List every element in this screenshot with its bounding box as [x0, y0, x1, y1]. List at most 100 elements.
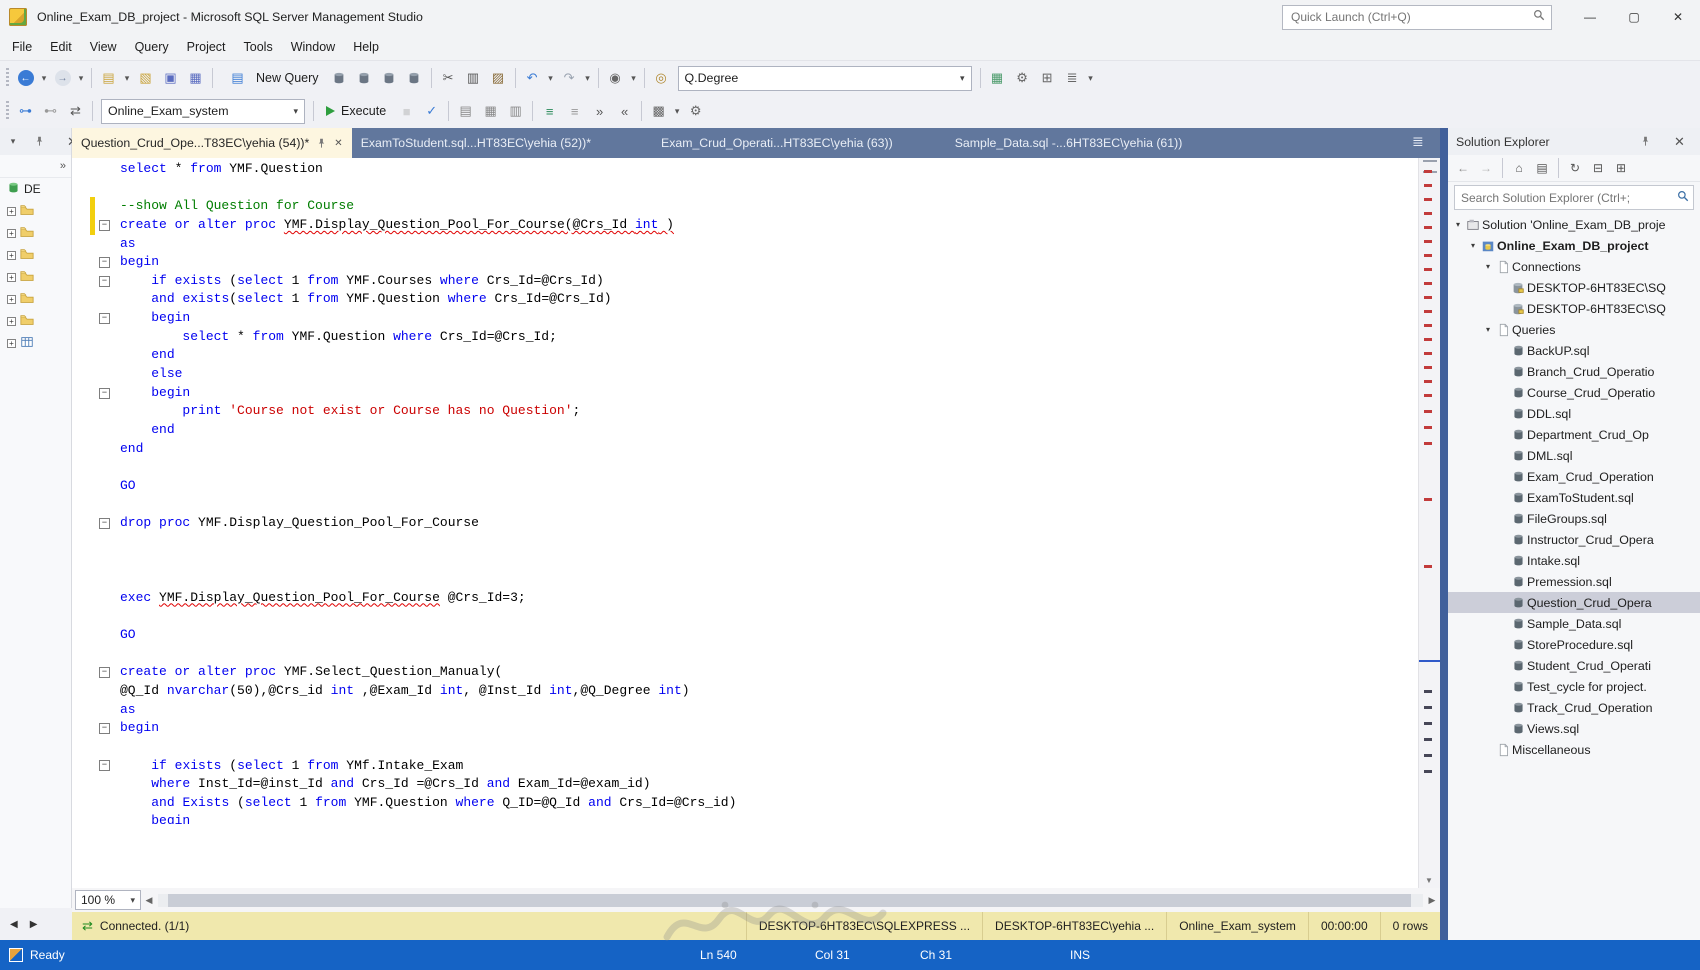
solution-search-input[interactable]: [1455, 190, 1677, 205]
expand-plus-icon[interactable]: +: [7, 316, 16, 326]
toolbar-combo[interactable]: Q.Degree ▾: [677, 65, 972, 91]
code-line[interactable]: end: [72, 421, 1418, 440]
nav-back-icon[interactable]: ←: [14, 67, 37, 90]
code-line[interactable]: end: [72, 440, 1418, 459]
tree-item-student-crud-operati[interactable]: Student_Crud_Operati: [1448, 655, 1700, 676]
show-all-icon[interactable]: ▤: [1532, 158, 1552, 178]
tree-item-storeprocedure-sql[interactable]: StoreProcedure.sql: [1448, 634, 1700, 655]
xmla-query-icon[interactable]: [378, 67, 401, 90]
tree-item-test-cycle-for-project[interactable]: Test_cycle for project.: [1448, 676, 1700, 697]
save-all-icon[interactable]: ▦: [184, 67, 207, 90]
database-combo[interactable]: Online_Exam_system ▾: [101, 98, 305, 124]
collapse-box-icon[interactable]: −: [99, 667, 110, 679]
collapse-box-icon[interactable]: −: [99, 760, 110, 772]
code-area[interactable]: select * from YMF.Question --show All Que…: [72, 160, 1418, 824]
scroll-right-arrow-icon[interactable]: ▶: [30, 919, 38, 930]
chevron-expanded-icon[interactable]: ▾: [1482, 325, 1494, 334]
code-line[interactable]: − begin: [72, 253, 1418, 272]
dropdown-caret[interactable]: ▾: [629, 67, 639, 90]
cut-icon[interactable]: ✂: [437, 67, 460, 90]
collapse-box-icon[interactable]: −: [99, 257, 110, 269]
dropdown-caret[interactable]: ▾: [39, 67, 49, 90]
code-line[interactable]: − begin: [72, 384, 1418, 403]
sync-icon[interactable]: ↻: [1565, 158, 1585, 178]
dropdown-caret[interactable]: ▾: [1086, 67, 1096, 90]
open-file-icon[interactable]: ▧: [134, 67, 157, 90]
code-line[interactable]: as: [72, 235, 1418, 254]
code-line[interactable]: end: [72, 346, 1418, 365]
code-line[interactable]: [72, 179, 1418, 198]
se-forward-icon[interactable]: →: [1476, 158, 1496, 178]
document-tab-1[interactable]: Question_Crud_Ope...T83EC\yehia (54))* ✕: [72, 128, 352, 158]
se-back-icon[interactable]: ←: [1453, 158, 1473, 178]
document-tab-3[interactable]: Exam_Crud_Operati...HT83EC\yehia (63)): [652, 128, 902, 158]
tree-item[interactable]: +: [0, 332, 71, 354]
parse-icon[interactable]: ✓: [420, 100, 443, 123]
tree-item-intake-sql[interactable]: Intake.sql: [1448, 550, 1700, 571]
tree-item-sample-data-sql[interactable]: Sample_Data.sql: [1448, 613, 1700, 634]
close-icon[interactable]: ✕: [1668, 130, 1691, 153]
tree-item-connections[interactable]: ▾ Connections: [1448, 256, 1700, 277]
expand-plus-icon[interactable]: +: [7, 206, 16, 216]
chevron-expanded-icon[interactable]: ▾: [1452, 220, 1464, 229]
code-line[interactable]: [72, 570, 1418, 589]
new-query-button[interactable]: ▤ New Query: [217, 66, 327, 90]
code-line[interactable]: [72, 738, 1418, 757]
cancel-icon[interactable]: ■: [395, 100, 418, 123]
wrench-icon[interactable]: ⚙: [1011, 67, 1034, 90]
dax-query-icon[interactable]: [403, 67, 426, 90]
chevron-expanded-icon[interactable]: ▾: [1467, 241, 1479, 250]
pin-icon[interactable]: [1634, 130, 1657, 153]
tree-item-server[interactable]: DE: [0, 178, 71, 200]
undo-icon[interactable]: ↶: [521, 67, 544, 90]
menu-item-window[interactable]: Window: [282, 34, 344, 60]
tree-item-miscellaneous[interactable]: Miscellaneous: [1448, 739, 1700, 760]
chevron-right-double-icon[interactable]: »: [60, 160, 66, 172]
comment-icon[interactable]: ≡: [538, 100, 561, 123]
query-designer-icon[interactable]: ⊞: [1036, 67, 1059, 90]
uncomment-icon[interactable]: ≡: [563, 100, 586, 123]
templates-icon[interactable]: ≣: [1061, 67, 1084, 90]
new-file-icon[interactable]: ▤: [97, 67, 120, 90]
code-line[interactable]: [72, 607, 1418, 626]
quick-launch-box[interactable]: [1282, 4, 1552, 30]
save-icon[interactable]: ▣: [159, 67, 182, 90]
tree-item-views-sql[interactable]: Views.sql: [1448, 718, 1700, 739]
properties-icon[interactable]: ⊞: [1611, 158, 1631, 178]
results-file-icon[interactable]: ▥: [504, 100, 527, 123]
code-line[interactable]: − create or alter proc YMF.Select_Questio…: [72, 663, 1418, 682]
tree-item-department-crud-op[interactable]: Department_Crud_Op: [1448, 424, 1700, 445]
code-line[interactable]: else: [72, 365, 1418, 384]
expand-plus-icon[interactable]: +: [7, 272, 16, 282]
dropdown-caret[interactable]: ▾: [122, 67, 132, 90]
expand-plus-icon[interactable]: +: [7, 250, 16, 260]
code-line[interactable]: − begin: [72, 719, 1418, 738]
tree-item-premession-sql[interactable]: Premession.sql: [1448, 571, 1700, 592]
code-line[interactable]: begin: [72, 812, 1418, 824]
collapse-box-icon[interactable]: −: [99, 723, 110, 735]
tree-item-exam-crud-operation[interactable]: Exam_Crud_Operation: [1448, 466, 1700, 487]
tree-item-branch-crud-operatio[interactable]: Branch_Crud_Operatio: [1448, 361, 1700, 382]
dropdown-caret[interactable]: ▾: [8, 130, 18, 153]
tree-item[interactable]: +: [0, 310, 71, 332]
selection-icon[interactable]: ◉: [604, 67, 627, 90]
collapse-box-icon[interactable]: −: [99, 219, 110, 231]
query-options-icon[interactable]: ⚙: [684, 100, 707, 123]
navigate-icon[interactable]: ◎: [650, 67, 673, 90]
execution-plan-icon[interactable]: ▦: [986, 67, 1009, 90]
dropdown-caret[interactable]: ▾: [583, 67, 593, 90]
tree-item-desktop-6ht83ec-sq[interactable]: DESKTOP-6HT83EC\SQ: [1448, 277, 1700, 298]
code-line[interactable]: [72, 551, 1418, 570]
solution-search-box[interactable]: [1454, 185, 1694, 210]
document-tab-2[interactable]: ExamToStudent.sql...HT83EC\yehia (52))*: [352, 128, 600, 158]
collapse-box-icon[interactable]: −: [99, 387, 110, 399]
tree-item-dml-sql[interactable]: DML.sql: [1448, 445, 1700, 466]
tree-item-online-exam-db-project[interactable]: ▾ Online_Exam_DB_project: [1448, 235, 1700, 256]
code-line[interactable]: [72, 533, 1418, 552]
expand-plus-icon[interactable]: +: [7, 294, 16, 304]
tree-item-instructor-crud-opera[interactable]: Instructor_Crud_Opera: [1448, 529, 1700, 550]
collapse-box-icon[interactable]: −: [99, 312, 110, 324]
expand-plus-icon[interactable]: +: [7, 228, 16, 238]
minimize-button[interactable]: —: [1568, 0, 1612, 34]
code-line[interactable]: − begin: [72, 309, 1418, 328]
